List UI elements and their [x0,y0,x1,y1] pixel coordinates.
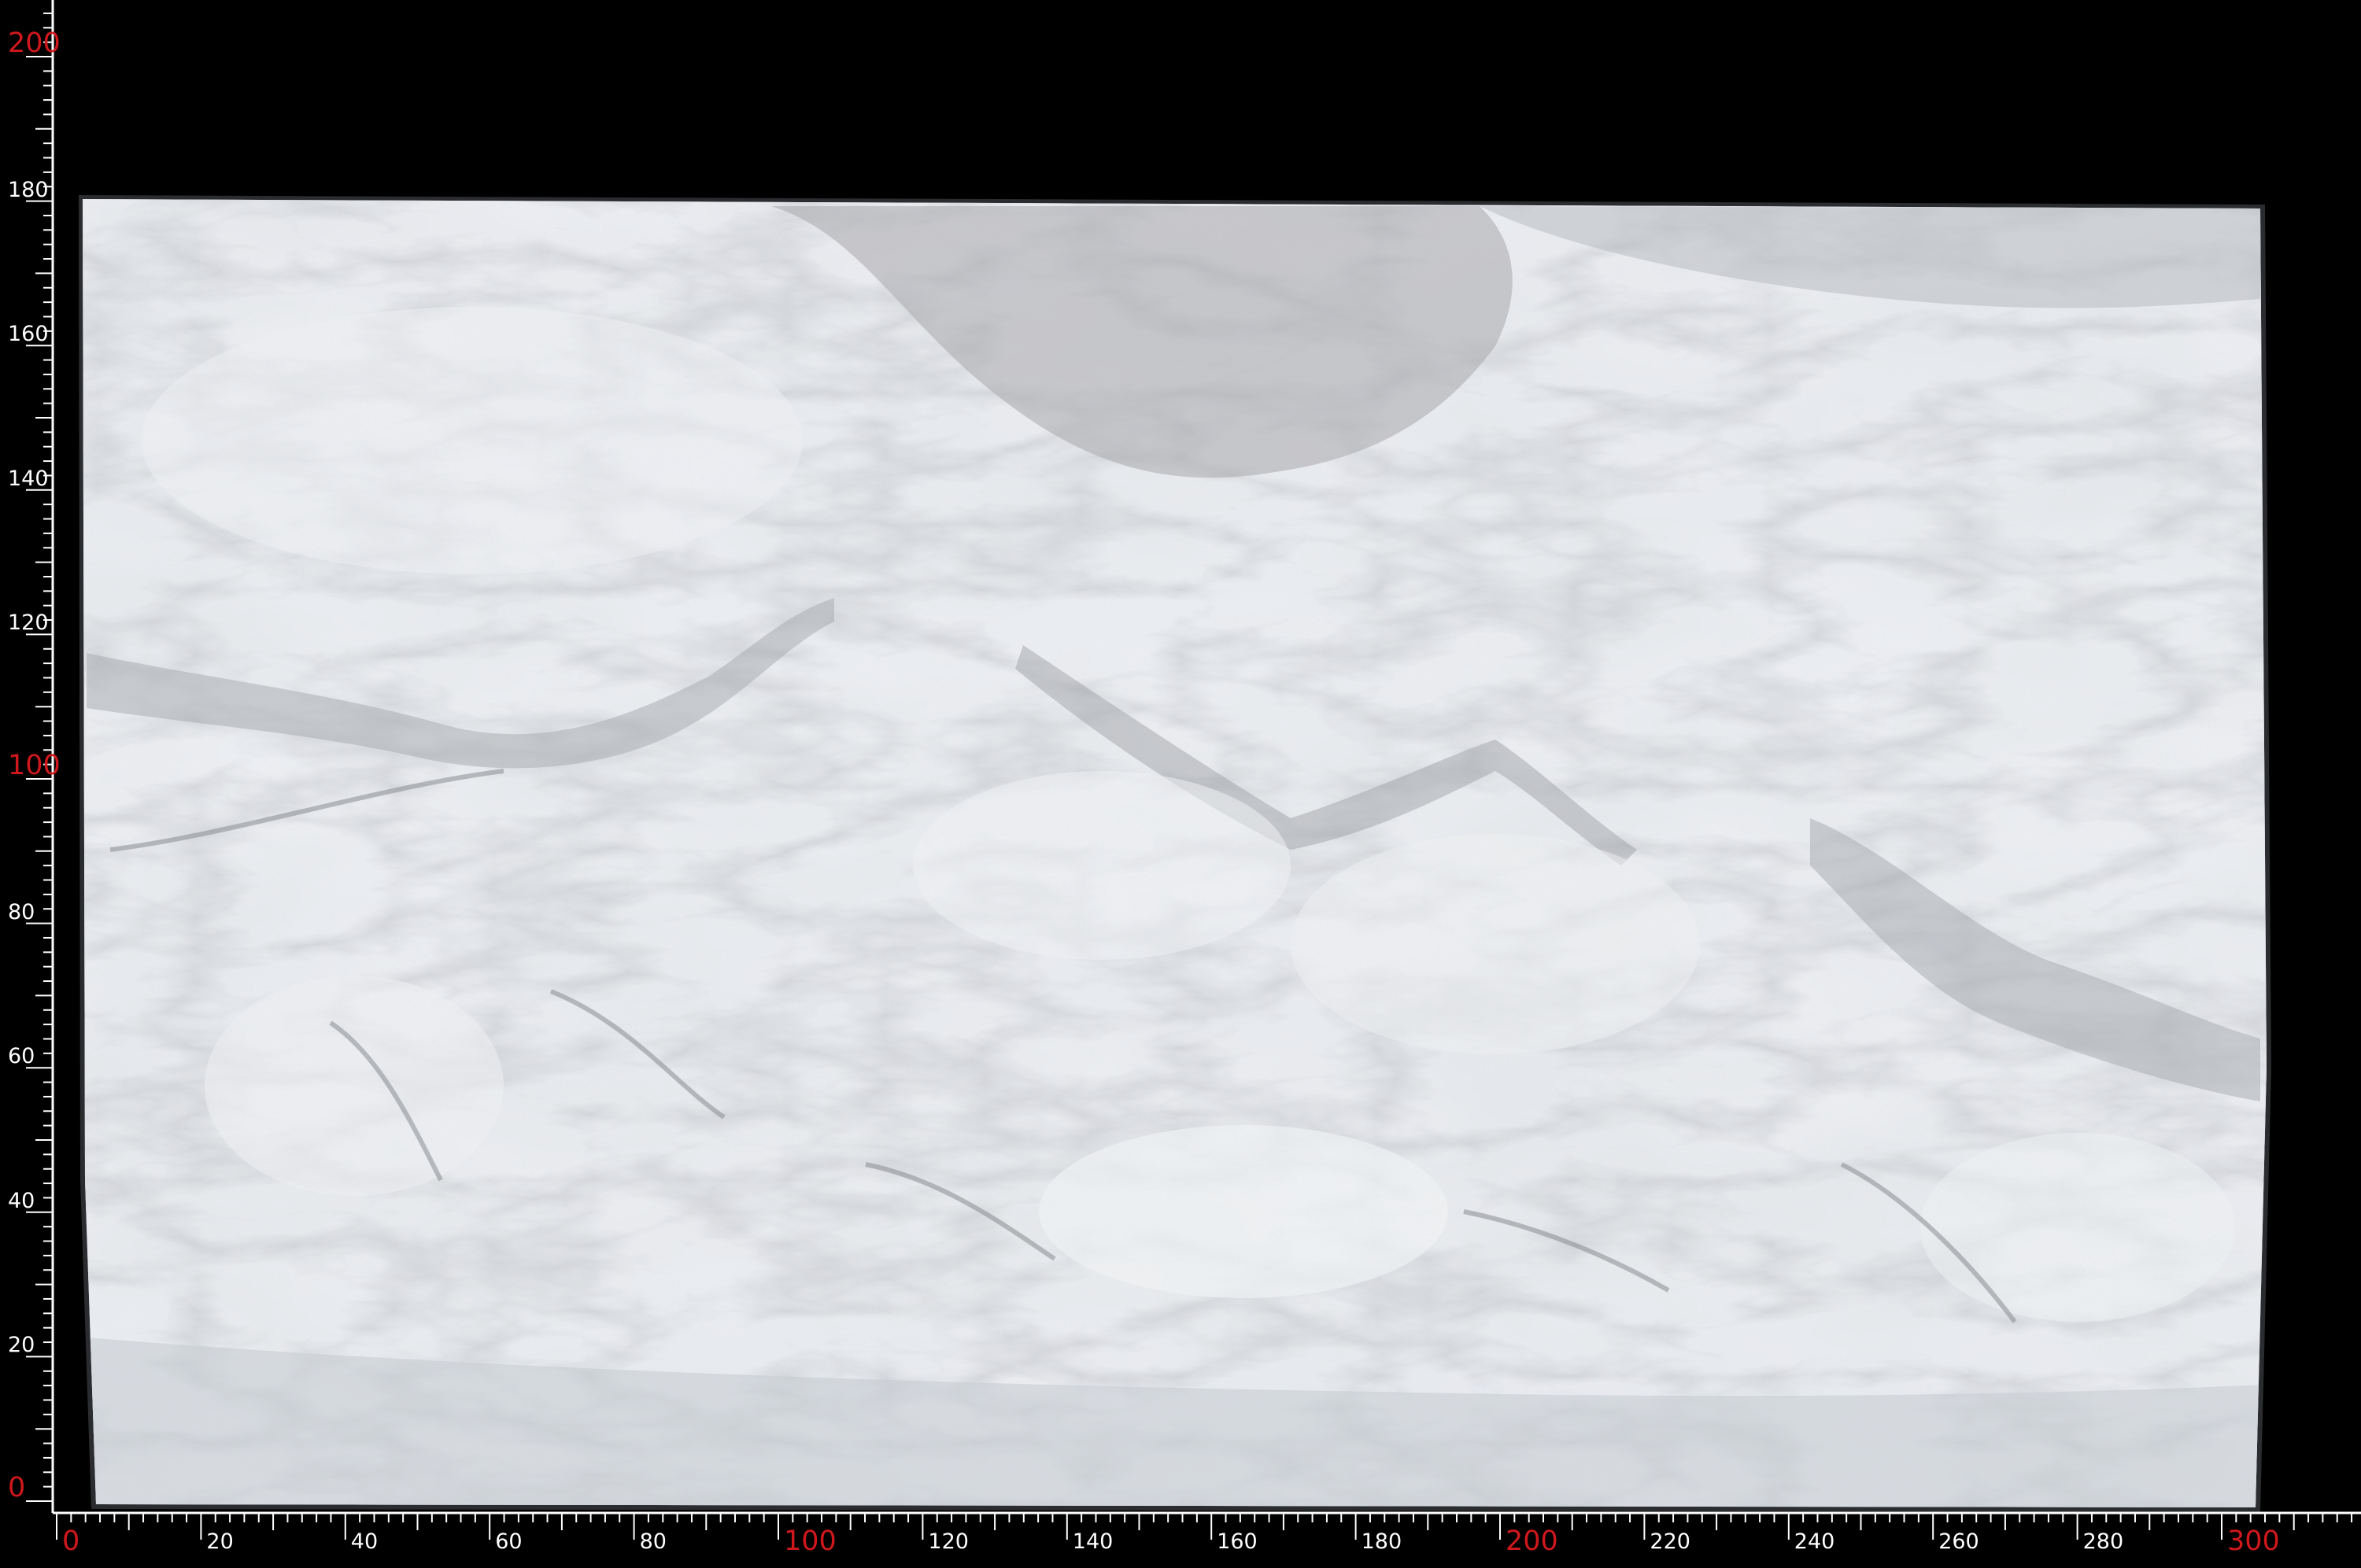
y-tick-label: 160 [8,322,49,347]
y-tick-label: 120 [8,611,49,636]
x-tick-label: 280 [2082,1529,2124,1554]
x-tick-label: 20 [206,1529,234,1554]
y-tick-label: 40 [8,1188,35,1213]
y-tick-label: 60 [8,1044,35,1069]
marble-slab [83,199,2267,1507]
x-tick-label: 40 [350,1529,379,1554]
y-tick-label: 20 [8,1333,35,1358]
y-tick-label: 140 [8,466,49,491]
x-tick-label: 60 [495,1529,523,1554]
x-tick-label: 80 [639,1529,667,1554]
y-tick-label: 200 [8,28,61,59]
x-tick-label: 220 [1650,1529,1690,1554]
y-tick-label: 180 [8,177,49,202]
x-tick-label: 160 [1217,1529,1258,1554]
x-tick-label: 180 [1361,1529,1402,1554]
x-tick-label: 240 [1794,1529,1835,1554]
slab-canvas [26,0,2361,1540]
x-tick-label: 100 [784,1526,837,1557]
x-tick-label: 260 [1938,1529,1979,1554]
x-tick-label: 300 [2227,1526,2280,1557]
x-tick-label: 200 [1506,1526,1558,1557]
y-tick-label: 100 [8,750,61,781]
x-tick-label: 140 [1072,1529,1114,1554]
y-tick-label: 80 [8,899,35,924]
slab-viewer: 200 180 160 140 120 100 80 60 40 20 0 0 20 40 60 80 100… [0,0,2361,1568]
x-axis-ticks [56,1513,2353,1540]
y-tick-label: 0 [8,1472,26,1503]
x-tick-label: 120 [928,1529,969,1554]
x-tick-label: 0 [62,1526,80,1557]
